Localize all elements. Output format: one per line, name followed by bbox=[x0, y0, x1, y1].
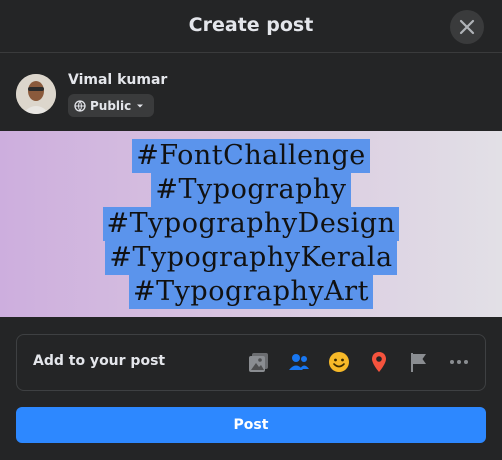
close-icon bbox=[459, 19, 475, 35]
more-icon[interactable] bbox=[445, 348, 473, 376]
tag-people-icon[interactable] bbox=[285, 348, 313, 376]
add-to-post-icons bbox=[245, 348, 473, 376]
caret-down-icon bbox=[137, 104, 144, 107]
post-text-area[interactable]: #FontChallenge #Typography #TypographyDe… bbox=[0, 131, 502, 317]
audience-label: Public bbox=[90, 98, 132, 113]
hashtag-line: #FontChallenge bbox=[132, 139, 370, 173]
audience-selector[interactable]: Public bbox=[68, 94, 155, 117]
check-in-icon[interactable] bbox=[365, 348, 393, 376]
hashtag-line: #Typography bbox=[151, 173, 351, 207]
create-post-dialog: Create post Vimal kumar Public #FontChal… bbox=[0, 0, 502, 460]
post-button[interactable]: Post bbox=[16, 407, 486, 443]
close-button[interactable] bbox=[450, 10, 484, 44]
dialog-header: Create post bbox=[0, 0, 502, 53]
hashtag-text: #FontChallenge #Typography #TypographyDe… bbox=[0, 139, 502, 309]
hashtag-line: #TypographyArt bbox=[129, 275, 373, 309]
author-row: Vimal kumar Public bbox=[16, 72, 476, 118]
add-to-post-label: Add to your post bbox=[33, 353, 166, 369]
hashtag-line: #TypographyKerala bbox=[105, 241, 397, 275]
feeling-activity-icon[interactable] bbox=[325, 348, 353, 376]
avatar[interactable] bbox=[16, 74, 56, 114]
dialog-title: Create post bbox=[188, 14, 314, 36]
hashtag-line: #TypographyDesign bbox=[102, 207, 400, 241]
add-to-post-bar: Add to your post bbox=[16, 334, 486, 391]
photo-video-icon[interactable] bbox=[245, 348, 273, 376]
globe-icon bbox=[74, 99, 86, 112]
user-name[interactable]: Vimal kumar bbox=[68, 72, 167, 88]
flag-icon[interactable] bbox=[405, 348, 433, 376]
